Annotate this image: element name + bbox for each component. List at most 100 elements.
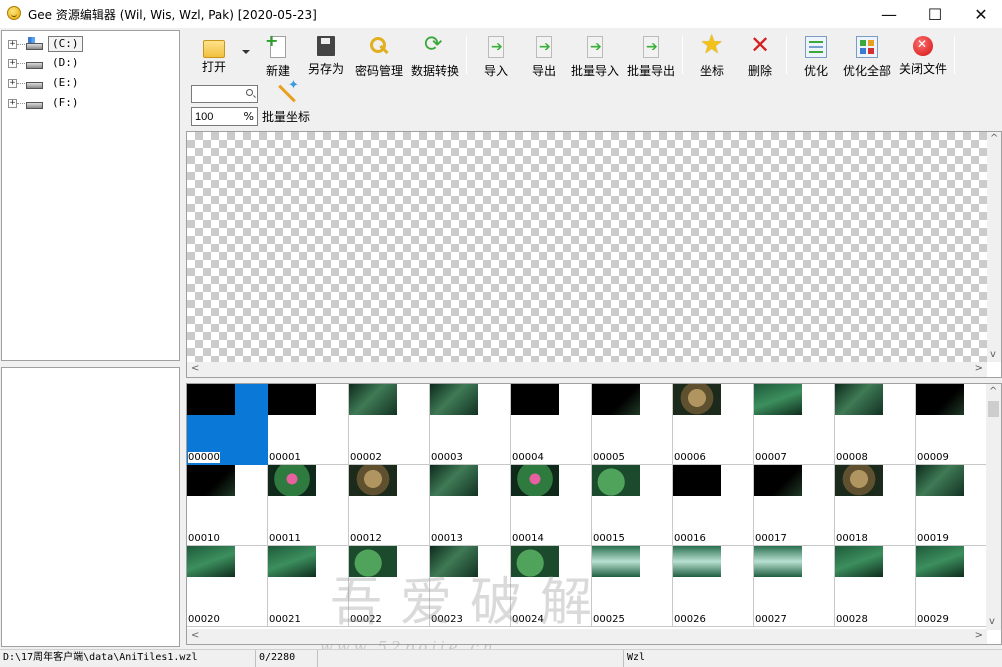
search-icon[interactable] <box>246 89 253 96</box>
convert-icon <box>424 32 446 58</box>
thumbnail-image <box>835 546 883 577</box>
grid-horizontal-scrollbar[interactable]: < > <box>187 629 987 644</box>
thumbnail-cell[interactable]: 00000 <box>187 384 268 465</box>
thumbnail-grid[interactable]: 00029 00028 00027 00026 00025 00024 00023 00022… <box>186 383 1002 645</box>
thumbnail-cell[interactable]: 00019 <box>916 465 997 546</box>
thumbnail-cell[interactable]: 00004 <box>511 384 592 465</box>
app-window: Gee 资源编辑器 (Wil, Wis, Wzl, Pak) [2020-05-… <box>0 0 1002 667</box>
thumbnail-image <box>916 546 964 577</box>
thumbnail-cell[interactable]: 00013 <box>430 465 511 546</box>
tree-item-label[interactable]: (D:) <box>48 55 83 71</box>
thumbnail-cell[interactable]: 00003 <box>430 384 511 465</box>
tree-item-label[interactable]: (C:) <box>48 36 83 52</box>
thumbnail-cell[interactable]: 00009 <box>916 384 997 465</box>
tree-item-drive-c[interactable]: + (C:) <box>8 35 83 53</box>
scroll-left-arrow-icon[interactable]: < <box>191 631 199 641</box>
save-as-button[interactable]: 另存为 <box>306 34 346 80</box>
scroll-right-arrow-icon[interactable]: > <box>975 631 983 641</box>
coordinates-button[interactable]: 坐标 <box>696 30 728 80</box>
thumbnail-cell[interactable]: 00024 <box>511 546 592 627</box>
batch-coordinates-button[interactable]: 批量坐标 <box>262 78 310 125</box>
preview-vertical-scrollbar[interactable]: ^ v <box>987 132 1001 362</box>
minimize-button[interactable]: — <box>866 0 912 28</box>
password-manager-button[interactable]: 密码管理 <box>354 34 404 80</box>
scroll-left-arrow-icon[interactable]: < <box>191 364 199 374</box>
zoom-field[interactable]: % <box>191 107 258 126</box>
preview-horizontal-scrollbar[interactable]: < > <box>187 362 987 377</box>
maximize-button[interactable]: ☐ <box>912 0 958 28</box>
tree-item-drive-f[interactable]: + (F:) <box>8 94 83 112</box>
tree-item-drive-d[interactable]: + (D:) <box>8 54 83 72</box>
thumbnail-cell[interactable]: 00001 <box>268 384 349 465</box>
thumbnail-cell[interactable]: 00006 <box>673 384 754 465</box>
thumbnail-cell[interactable]: 00017 <box>754 465 835 546</box>
thumbnail-cell[interactable]: 00014 <box>511 465 592 546</box>
tree-item-label[interactable]: (F:) <box>48 95 83 111</box>
thumbnail-cell[interactable]: 00021 <box>268 546 349 627</box>
zoom-input[interactable] <box>192 108 237 125</box>
scroll-down-arrow-icon[interactable]: v <box>990 350 996 360</box>
thumbnail-label: 00023 <box>431 614 463 625</box>
batch-import-icon <box>587 36 603 58</box>
scrollbar-thumb[interactable] <box>988 401 999 417</box>
thumbnail-cell[interactable]: 00029 <box>916 546 997 627</box>
new-button[interactable]: 新建 <box>262 31 294 80</box>
close-button[interactable]: ✕ <box>958 0 1002 28</box>
grid-vertical-scrollbar[interactable]: ^ v <box>986 384 1001 630</box>
expand-plus-icon[interactable]: + <box>8 58 17 68</box>
open-dropdown-arrow-icon[interactable] <box>242 50 250 54</box>
status-file-path: D:\17周年客户端\data\AniTiles1.wzl <box>0 650 256 667</box>
magic-wand-icon <box>274 78 299 106</box>
close-file-button[interactable]: 关闭文件 <box>898 34 948 80</box>
scroll-right-arrow-icon[interactable]: > <box>975 364 983 374</box>
thumbnail-cell[interactable]: 00007 <box>754 384 835 465</box>
search-input[interactable] <box>192 86 242 102</box>
thumbnail-cell[interactable]: 00026 <box>673 546 754 627</box>
delete-button[interactable]: 删除 <box>744 31 776 80</box>
expand-plus-icon[interactable]: + <box>8 98 17 108</box>
thumbnail-cell[interactable]: 00002 <box>349 384 430 465</box>
scroll-up-arrow-icon[interactable]: ^ <box>989 387 997 397</box>
drive-tree[interactable]: + (C:) + (D:) + (E:) + (F:) <box>1 30 180 361</box>
thumbnail-cell[interactable]: 00008 <box>835 384 916 465</box>
export-button[interactable]: 导出 <box>528 34 560 80</box>
expand-plus-icon[interactable]: + <box>8 78 17 88</box>
expand-plus-icon[interactable]: + <box>8 39 17 49</box>
data-convert-button[interactable]: 数据转换 <box>410 32 460 80</box>
tree-item-drive-e[interactable]: + (E:) <box>8 74 83 92</box>
scroll-down-arrow-icon[interactable]: v <box>989 617 995 627</box>
thumbnail-label: 00003 <box>431 452 463 463</box>
search-field[interactable] <box>191 85 258 103</box>
scroll-up-arrow-icon[interactable]: ^ <box>990 134 998 144</box>
optimize-all-button[interactable]: 优化全部 <box>842 34 892 80</box>
tree-item-label[interactable]: (E:) <box>48 75 83 91</box>
thumbnail-label: 00012 <box>350 533 382 544</box>
thumbnail-cell[interactable]: 00025 <box>592 546 673 627</box>
transparency-checkerboard <box>187 132 987 362</box>
batch-export-button[interactable]: 批量导出 <box>626 34 676 80</box>
batch-import-button[interactable]: 批量导入 <box>570 34 620 80</box>
thumbnail-cell[interactable]: 00005 <box>592 384 673 465</box>
thumbnail-cell[interactable]: 00012 <box>349 465 430 546</box>
thumbnail-cell[interactable]: 00027 <box>754 546 835 627</box>
thumbnail-image <box>430 465 478 496</box>
thumbnail-cell[interactable]: 00015 <box>592 465 673 546</box>
thumbnail-cell[interactable]: 00020 <box>187 546 268 627</box>
optimize-button[interactable]: 优化 <box>800 34 832 80</box>
thumbnail-cell[interactable]: 00022 <box>349 546 430 627</box>
thumbnail-cell[interactable]: 00010 <box>187 465 268 546</box>
thumbnail-cell[interactable]: 00011 <box>268 465 349 546</box>
thumbnail-cell[interactable]: 00023 <box>430 546 511 627</box>
thumbnail-image <box>511 465 559 496</box>
thumbnail-cell[interactable]: 00028 <box>835 546 916 627</box>
thumbnail-label: 00005 <box>593 452 625 463</box>
toolbar-button-label: 优化全部 <box>842 64 891 78</box>
thumbnail-cell[interactable]: 00016 <box>673 465 754 546</box>
import-button[interactable]: 导入 <box>480 34 512 80</box>
file-list-panel[interactable] <box>1 367 180 647</box>
thumbnail-cell[interactable]: 00018 <box>835 465 916 546</box>
image-preview[interactable]: ^ v < > <box>186 131 1002 378</box>
thumbnail-image <box>268 546 316 577</box>
thumbnail-label: 00026 <box>674 614 706 625</box>
open-button[interactable]: 打开 <box>196 34 232 80</box>
